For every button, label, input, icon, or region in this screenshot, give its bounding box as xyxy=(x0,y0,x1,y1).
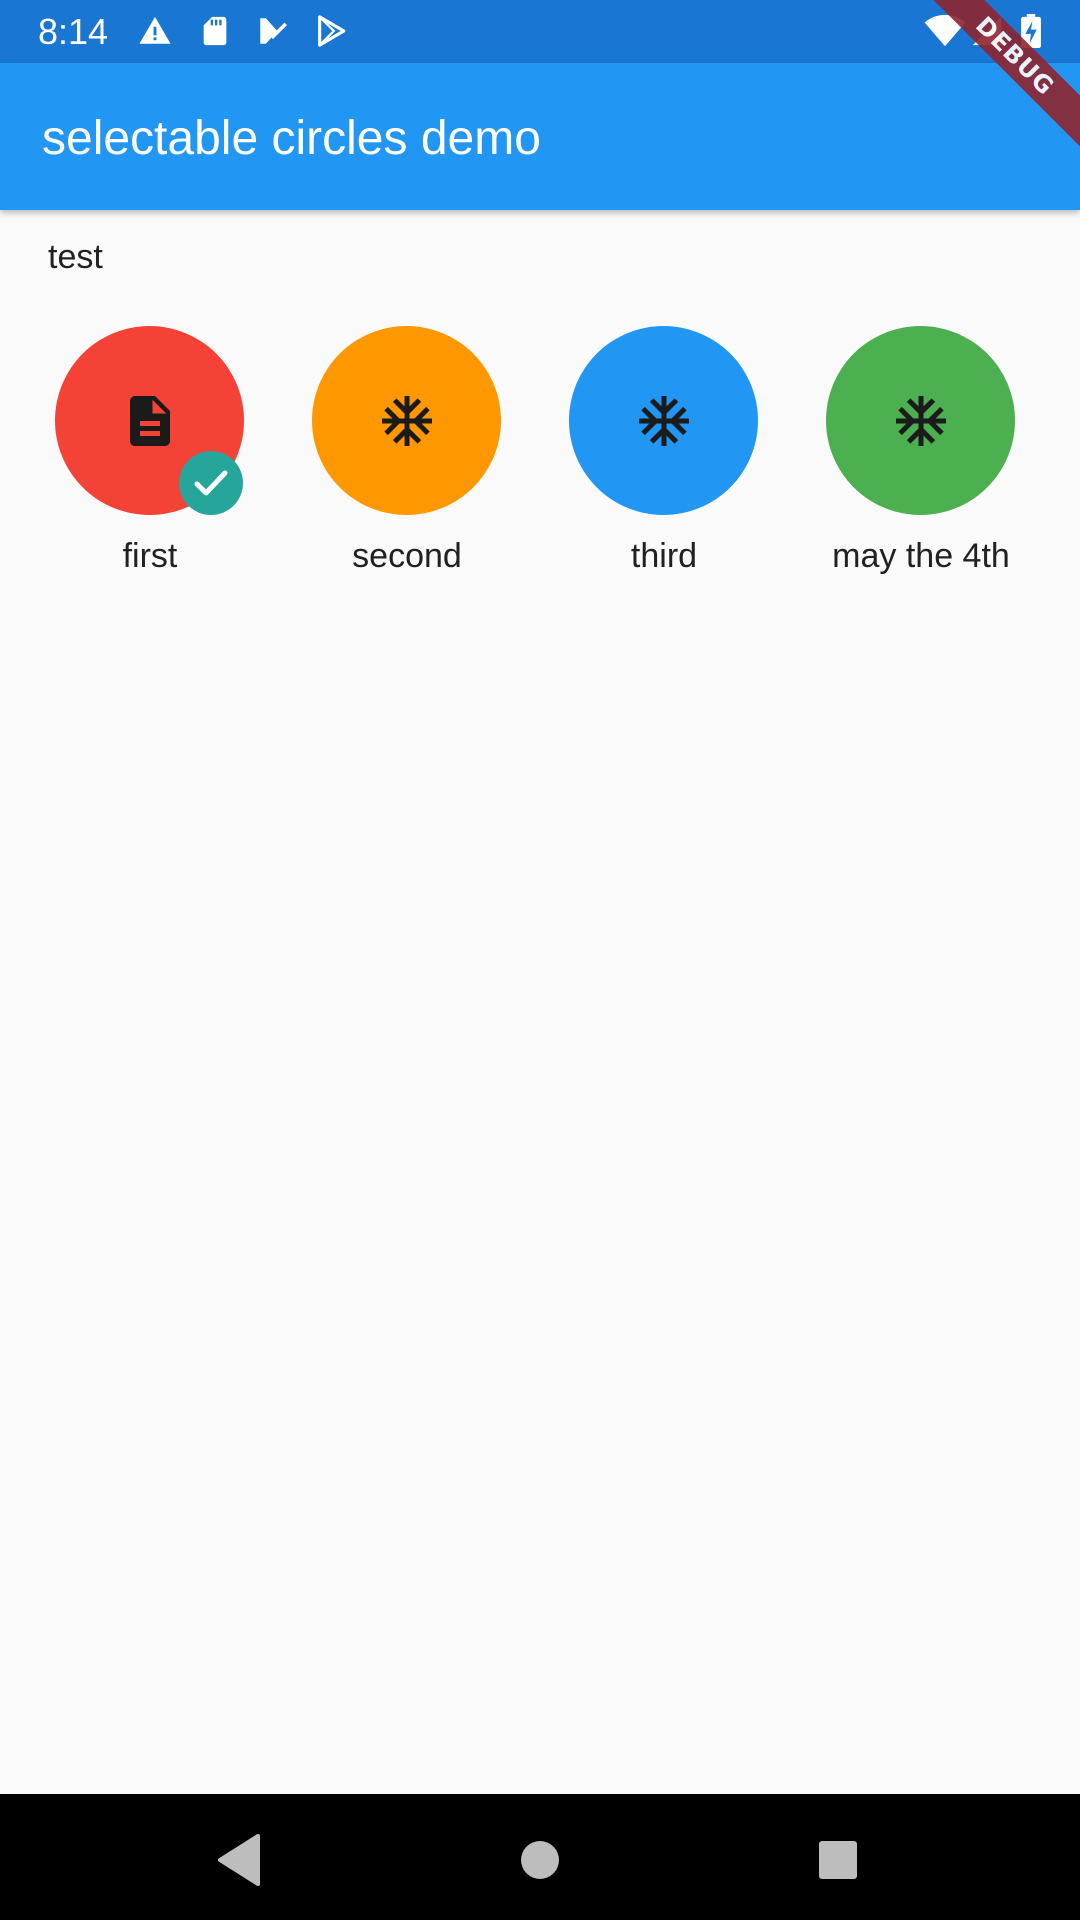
ac-unit-icon xyxy=(896,396,946,446)
recents-icon[interactable] xyxy=(808,1830,868,1890)
circle-second[interactable] xyxy=(312,326,501,515)
status-bar: 8:14 xyxy=(0,0,1080,63)
selectable-circle-row: first second third may the 4th xyxy=(0,326,1080,586)
home-icon[interactable] xyxy=(510,1830,570,1890)
check-icon xyxy=(194,470,228,496)
description-icon xyxy=(130,396,170,446)
circle-label-third: third xyxy=(630,537,698,575)
circle-item-first[interactable]: first xyxy=(10,326,250,586)
section-label: test xyxy=(48,238,103,276)
circle-label-first: first xyxy=(122,537,178,575)
selected-badge xyxy=(179,451,243,515)
page-title: selectable circles demo xyxy=(42,112,541,165)
circle-item-fourth[interactable]: may the 4th xyxy=(781,326,1021,586)
circle-label-fourth: may the 4th xyxy=(832,537,1010,575)
download-done-icon xyxy=(260,18,288,44)
back-icon[interactable] xyxy=(210,1830,270,1890)
warning-icon xyxy=(139,16,171,44)
sd-card-icon xyxy=(203,16,227,46)
play-store-icon xyxy=(318,15,346,47)
ac-unit-icon xyxy=(639,396,689,446)
circle-third[interactable] xyxy=(569,326,758,515)
ac-unit-icon xyxy=(382,396,432,446)
app-bar: selectable circles demo xyxy=(0,63,1080,210)
circle-label-second: second xyxy=(352,537,462,575)
status-time: 8:14 xyxy=(38,11,109,52)
system-nav-bar xyxy=(0,1794,1080,1920)
circle-first[interactable] xyxy=(55,326,244,515)
circle-fourth[interactable] xyxy=(826,326,1015,515)
circle-item-third[interactable]: third xyxy=(524,326,764,586)
circle-item-second[interactable]: second xyxy=(267,326,507,586)
